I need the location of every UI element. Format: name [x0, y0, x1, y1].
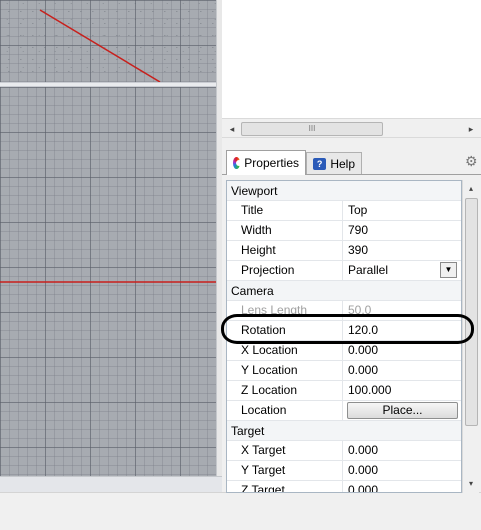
title-field[interactable]: Top [344, 201, 461, 220]
place-button[interactable]: Place... [347, 402, 458, 419]
property-row[interactable]: X Location 0.000 [227, 341, 461, 361]
x-axis-line [0, 281, 216, 283]
tab-help[interactable]: ? Help [306, 152, 362, 174]
horizontal-scrollbar[interactable]: ◂ III ▸ [222, 118, 481, 138]
property-row[interactable]: Rotation 120.0 [227, 321, 461, 341]
projection-value: Parallel [348, 263, 389, 277]
section-viewport[interactable]: Viewport [227, 181, 461, 201]
property-label: Z Location [227, 381, 343, 400]
tab-help-label: Help [330, 156, 355, 171]
z-location-field[interactable]: 100.000 [344, 381, 461, 400]
gear-icon[interactable]: ⚙ [465, 154, 479, 168]
property-row[interactable]: Location Place... [227, 401, 461, 421]
property-row[interactable]: Z Location 100.000 [227, 381, 461, 401]
property-label: Location [227, 401, 343, 420]
property-row[interactable]: Projection Parallel ▼ [227, 261, 461, 281]
section-target[interactable]: Target [227, 421, 461, 441]
viewport-perspective[interactable] [0, 0, 216, 82]
layer-panel-area [222, 0, 481, 118]
property-grid: Viewport Title Top Width 790 Height 390 Pro… [226, 180, 462, 493]
rotation-field[interactable]: 120.0 [344, 321, 461, 340]
status-bar [0, 492, 481, 530]
dropdown-arrow-icon[interactable]: ▼ [440, 262, 457, 278]
scroll-grip-icon: III [308, 124, 316, 133]
property-row: Lens Length 50.0 [227, 301, 461, 321]
property-label: Width [227, 221, 343, 240]
y-location-field[interactable]: 0.000 [344, 361, 461, 380]
property-row[interactable]: Y Location 0.000 [227, 361, 461, 381]
x-location-field[interactable]: 0.000 [344, 341, 461, 360]
property-row[interactable]: Title Top [227, 201, 461, 221]
property-label: Lens Length [227, 301, 343, 320]
color-wheel-icon [233, 157, 243, 169]
help-icon: ? [313, 157, 327, 170]
scroll-thumb[interactable] [465, 198, 478, 426]
viewport-top[interactable] [0, 87, 216, 476]
section-label: Viewport [231, 184, 278, 198]
height-field[interactable]: 390 [344, 241, 461, 260]
property-label: Height [227, 241, 343, 260]
panel-tabs: Properties ? Help ⚙ [222, 146, 481, 175]
x-axis-line [39, 9, 161, 82]
section-camera[interactable]: Camera [227, 281, 461, 301]
vertical-scrollbar[interactable]: ▴ ▾ [462, 180, 479, 493]
projection-select[interactable]: Parallel ▼ [344, 261, 461, 280]
y-target-field[interactable]: 0.000 [344, 461, 461, 480]
property-label: Y Target [227, 461, 343, 480]
property-label: Title [227, 201, 343, 220]
property-row[interactable]: Y Target 0.000 [227, 461, 461, 481]
property-row[interactable]: Height 390 [227, 241, 461, 261]
lens-length-field: 50.0 [348, 303, 372, 317]
tab-properties[interactable]: Properties [226, 150, 306, 175]
property-label: X Target [227, 441, 343, 460]
scroll-left-icon[interactable]: ◂ [225, 122, 239, 136]
tab-properties-label: Properties [244, 156, 299, 170]
location-cell: Place... [344, 401, 461, 420]
section-label: Target [231, 424, 265, 438]
scroll-right-icon[interactable]: ▸ [464, 122, 478, 136]
section-label: Camera [231, 284, 274, 298]
property-label: Rotation [227, 321, 343, 340]
x-target-field[interactable]: 0.000 [344, 441, 461, 460]
property-label: Projection [227, 261, 343, 280]
width-field[interactable]: 790 [344, 221, 461, 240]
property-row[interactable]: X Target 0.000 [227, 441, 461, 461]
property-row[interactable]: Width 790 [227, 221, 461, 241]
scroll-up-icon[interactable]: ▴ [463, 182, 479, 196]
z-target-field[interactable]: 0.000 [344, 481, 461, 492]
scroll-down-icon[interactable]: ▾ [463, 477, 479, 491]
property-label: X Location [227, 341, 343, 360]
property-label: Z Target [227, 481, 343, 492]
scroll-thumb[interactable]: III [241, 122, 383, 136]
viewport-tabs-bar [0, 476, 222, 493]
property-label: Y Location [227, 361, 343, 380]
property-row[interactable]: Z Target 0.000 [227, 481, 461, 492]
